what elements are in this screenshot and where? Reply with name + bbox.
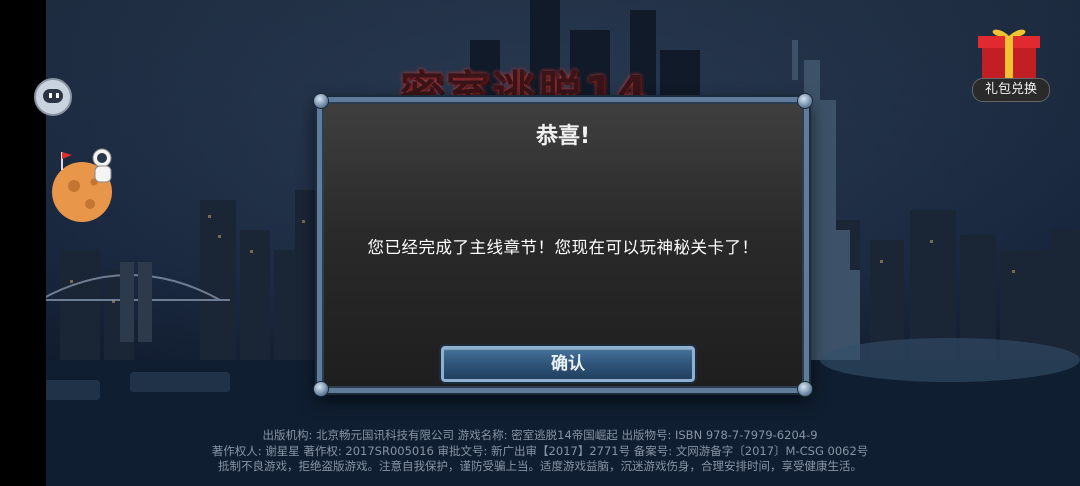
dialog-message: 您已经完成了主线章节！您现在可以玩神秘关卡了！	[367, 238, 759, 257]
left-system-bar	[0, 0, 46, 486]
dialog-title: 恭喜!	[535, 124, 591, 149]
assistant-robot-icon[interactable]	[34, 78, 72, 116]
rivet-decoration	[313, 381, 329, 397]
footer-copyright-line: 著作权人: 谢星星 著作权: 2017SR005016 审批文号: 新广出审【2…	[211, 443, 869, 458]
legal-footer: 出版机构: 北京畅元国讯科技有限公司 游戏名称: 密室逃脱14帝国崛起 出版物号…	[0, 428, 1080, 475]
gift-box-icon	[978, 29, 1040, 78]
rivet-decoration	[797, 381, 813, 397]
moon-astronaut-icon[interactable]	[48, 142, 128, 232]
footer-publisher-line: 出版机构: 北京畅元国讯科技有限公司 游戏名称: 密室逃脱14帝国崛起 出版物号…	[262, 428, 818, 442]
rivet-decoration	[797, 93, 813, 109]
congrats-dialog: 恭喜! 您已经完成了主线章节！您现在可以玩神秘关卡了！ 确认	[313, 93, 813, 397]
rivet-decoration	[313, 93, 329, 109]
footer-health-notice: 抵制不良游戏，拒绝盗版游戏。注意自我保护，谨防受骗上当。适度游戏益脑，沉迷游戏伤…	[218, 459, 862, 473]
gift-redeem-button[interactable]: 礼包兑换	[966, 6, 1056, 102]
gift-redeem-label: 礼包兑换	[972, 78, 1050, 102]
confirm-button[interactable]: 确认	[441, 346, 695, 382]
